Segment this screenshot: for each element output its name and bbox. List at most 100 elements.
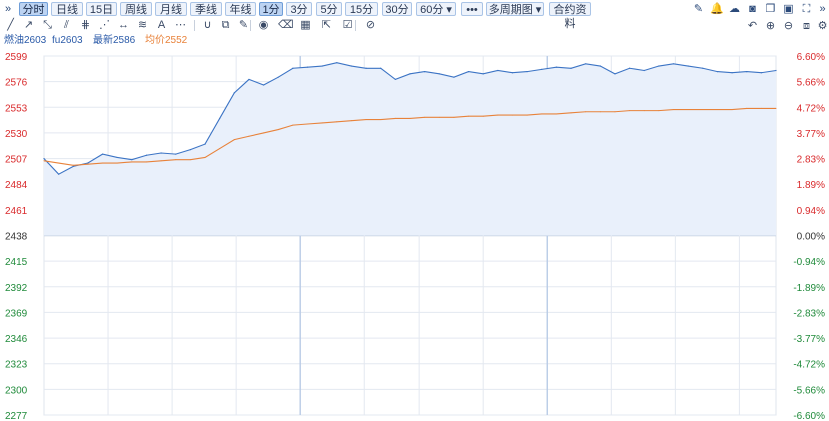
- price-point: [672, 63, 675, 65]
- period-button-9[interactable]: 5分: [316, 2, 342, 16]
- average-point: [541, 113, 543, 115]
- average-point: [731, 109, 733, 111]
- price-point: [570, 67, 572, 69]
- period-button-13[interactable]: •••: [461, 2, 483, 16]
- y-tick-right: 0.94%: [797, 206, 825, 217]
- channel-tool-icon[interactable]: ⋕: [79, 17, 92, 33]
- line-tool-icon[interactable]: ╱: [4, 17, 17, 33]
- y-tick-right: 5.66%: [797, 78, 825, 89]
- period-button-5[interactable]: 季线: [190, 2, 222, 16]
- bell-icon[interactable]: 🔔: [710, 2, 724, 16]
- more-tools-icon[interactable]: ⋯: [174, 17, 187, 33]
- y-tick-right: -5.66%: [793, 385, 825, 396]
- delete-icon[interactable]: ⌫: [278, 17, 294, 33]
- ray-tool-icon[interactable]: ↗: [22, 17, 35, 33]
- average-point: [658, 110, 660, 112]
- price-point: [350, 65, 353, 67]
- price-point: [380, 67, 382, 69]
- average-point: [131, 161, 133, 163]
- period-button-14[interactable]: 多周期图 ▾: [486, 2, 544, 16]
- period-button-8[interactable]: 3分: [286, 2, 312, 16]
- average-point: [263, 132, 265, 134]
- magnet-icon[interactable]: ∪: [201, 17, 214, 33]
- price-point: [365, 67, 367, 69]
- settings-icon[interactable]: ⚙: [816, 18, 829, 34]
- period-button-6[interactable]: 年线: [225, 2, 256, 16]
- price-point: [58, 173, 60, 175]
- y-tick-right: 2.83%: [797, 155, 825, 166]
- average-point: [365, 119, 367, 121]
- intraday-chart[interactable]: 2599 6.60% 2576 5.66% 2553 4.72% 2530 3.77% 2507…: [0, 48, 829, 421]
- y-tick-right: -6.60%: [793, 411, 825, 421]
- export-icon[interactable]: ⇱: [320, 17, 333, 33]
- period-button-11[interactable]: 30分: [382, 2, 412, 16]
- y-tick-left: 2369: [5, 308, 28, 319]
- average-point: [394, 117, 396, 119]
- period-button-15[interactable]: 合约资料: [549, 2, 591, 30]
- period-button-3[interactable]: 周线: [120, 2, 152, 16]
- period-button-4[interactable]: 月线: [155, 2, 187, 16]
- zoom-out-icon[interactable]: ⊖: [782, 18, 795, 34]
- ruler-icon[interactable]: ⊘: [364, 17, 377, 33]
- average-point: [219, 148, 221, 150]
- price-point: [482, 73, 484, 75]
- fullscreen-icon[interactable]: ⛶: [800, 2, 813, 16]
- price-point: [702, 67, 704, 69]
- price-point: [629, 67, 631, 69]
- fib-tool-icon[interactable]: ≋: [136, 17, 149, 33]
- text-tool-icon[interactable]: A: [155, 17, 168, 33]
- grid-icon[interactable]: ▦: [299, 17, 312, 33]
- y-tick-left: 2507: [5, 155, 28, 166]
- price-point: [277, 76, 279, 78]
- price-point: [775, 69, 777, 72]
- average-point: [673, 109, 675, 111]
- copy-icon[interactable]: ❐: [764, 2, 777, 16]
- price-point: [541, 68, 543, 70]
- average-point: [43, 160, 45, 162]
- average-point: [453, 116, 455, 118]
- polyline-tool-icon[interactable]: ⤡: [41, 17, 54, 33]
- price-point: [409, 73, 411, 75]
- average-point: [102, 162, 104, 164]
- lock-icon[interactable]: ⧉: [219, 17, 232, 33]
- drawing-toolbar: ╱ ↗ ⤡ ⫽ ⋕ ⋰ ↔ ≋ A ⋯ ∪ ⧉ ✎ ◉ ⌫ ▦ ⇱ ☑ ⊘: [0, 17, 829, 33]
- y-tick-left: 2277: [5, 411, 28, 421]
- symbol-name[interactable]: 燃油2603: [4, 33, 46, 48]
- period-button-0[interactable]: 分时: [19, 2, 48, 16]
- layout-icon[interactable]: ▣: [782, 2, 795, 16]
- y-tick-right: 1.89%: [797, 180, 825, 191]
- average-point: [424, 116, 426, 118]
- average-point: [321, 122, 323, 124]
- pencil-icon[interactable]: ✎: [692, 2, 705, 16]
- average-point: [87, 163, 89, 165]
- screenshot-icon[interactable]: ⧈: [800, 18, 813, 34]
- price-point: [453, 76, 455, 78]
- check-icon[interactable]: ☑: [341, 17, 354, 33]
- price-point: [716, 71, 719, 73]
- y-tick-left: 2530: [5, 129, 28, 140]
- period-button-7[interactable]: 1分: [259, 2, 283, 16]
- zoom-in-icon[interactable]: ⊕: [764, 18, 777, 34]
- average-point: [511, 114, 513, 116]
- price-point: [760, 72, 762, 74]
- price-point: [438, 73, 440, 75]
- expand-right-icon[interactable]: »: [816, 2, 829, 16]
- parallel-tool-icon[interactable]: ⫽: [60, 17, 73, 33]
- range-tool-icon[interactable]: ↔: [117, 17, 130, 33]
- period-button-12[interactable]: 60分 ▾: [416, 2, 456, 16]
- eraser-icon[interactable]: ✎: [237, 17, 250, 33]
- eye-icon[interactable]: ◉: [257, 17, 270, 33]
- camera-icon[interactable]: ◙: [746, 2, 759, 16]
- period-button-2[interactable]: 15日: [86, 2, 117, 16]
- undo-icon[interactable]: ↶: [746, 18, 759, 34]
- price-point: [116, 156, 118, 159]
- period-button-1[interactable]: 日线: [51, 2, 83, 16]
- average-point: [248, 135, 250, 137]
- average-point: [526, 114, 528, 116]
- period-button-10[interactable]: 15分: [345, 2, 378, 16]
- expand-left-icon[interactable]: »: [2, 2, 14, 16]
- price-point: [145, 154, 148, 156]
- price-point: [424, 71, 426, 73]
- fan-tool-icon[interactable]: ⋰: [98, 17, 111, 33]
- cloud-icon[interactable]: ☁: [728, 2, 741, 16]
